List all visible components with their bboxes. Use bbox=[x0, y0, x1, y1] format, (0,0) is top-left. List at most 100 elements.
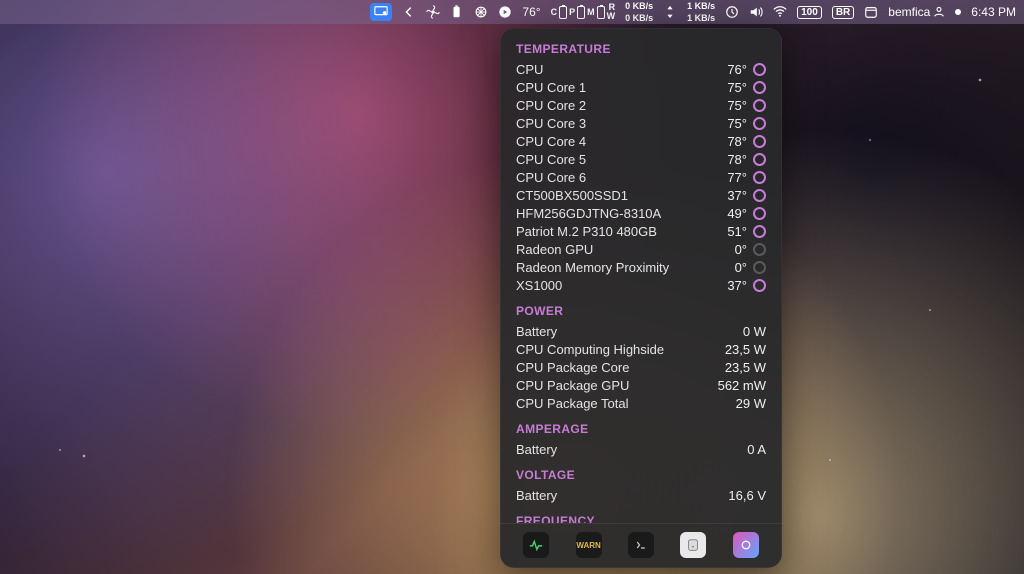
menubar-monitor-item[interactable] bbox=[426, 5, 440, 19]
stat-row: CPU Core 578° bbox=[516, 150, 766, 168]
section-title-voltage: VOLTAGE bbox=[516, 468, 766, 482]
section-title-frequency: FREQUENCY bbox=[516, 514, 766, 523]
stats-panel: TEMPERATURE CPU76°CPU Core 175°CPU Core … bbox=[500, 28, 782, 568]
menubar-clock-icon[interactable] bbox=[725, 5, 739, 19]
stat-row: Battery 0 W bbox=[516, 322, 766, 340]
section-title-temperature: TEMPERATURE bbox=[516, 42, 766, 56]
temp-ring-icon bbox=[753, 261, 766, 274]
dock-app-disk[interactable] bbox=[680, 532, 706, 558]
menubar-battery-small[interactable] bbox=[450, 5, 464, 19]
menubar: 76° C P M RW 0 KB/s 0 KB/s 1 KB/s 1 KB/s… bbox=[0, 0, 1024, 24]
menubar-battery-pct[interactable]: 100 bbox=[797, 6, 822, 19]
menubar-wifi[interactable] bbox=[773, 5, 787, 19]
dock-app-terminal[interactable] bbox=[628, 532, 654, 558]
temp-ring-icon bbox=[753, 171, 766, 184]
stat-value: 0° bbox=[735, 242, 766, 257]
stat-value: 16,6 V bbox=[728, 488, 766, 503]
stat-label: Battery bbox=[516, 442, 557, 457]
stat-row: CPU Computing Highside23,5 W bbox=[516, 340, 766, 358]
stat-label: XS1000 bbox=[516, 278, 562, 293]
stat-label: CPU Core 5 bbox=[516, 152, 586, 167]
bar-icon bbox=[597, 6, 605, 19]
menubar-volume[interactable] bbox=[749, 5, 763, 19]
disk-icon bbox=[686, 538, 700, 552]
menubar-cpu-bars[interactable]: C P M RW bbox=[551, 3, 616, 21]
temp-ring-icon bbox=[753, 117, 766, 130]
menubar-net-arrows bbox=[663, 5, 677, 19]
stat-value: 0 W bbox=[743, 324, 766, 339]
stat-row: CPU Package Total 29 W bbox=[516, 394, 766, 412]
section-title-amperage: AMPERAGE bbox=[516, 422, 766, 436]
stat-row: CPU 76° bbox=[516, 60, 766, 78]
menubar-input-source[interactable]: BR bbox=[832, 6, 854, 19]
activity-icon bbox=[529, 538, 543, 552]
stat-row: HFM256GDJTNG-8310A49° bbox=[516, 204, 766, 222]
stat-value: 0 A bbox=[747, 442, 766, 457]
temp-ring-icon bbox=[753, 279, 766, 292]
stat-value: 23,5 W bbox=[725, 342, 766, 357]
stat-value: 77° bbox=[727, 170, 766, 185]
menubar-temp[interactable]: 76° bbox=[522, 5, 540, 19]
stat-value: 75° bbox=[727, 116, 766, 131]
stat-label: Patriot M.2 P310 480GB bbox=[516, 224, 657, 239]
dock-app-sensei[interactable] bbox=[733, 532, 759, 558]
bar-icon bbox=[559, 6, 567, 19]
swirl-icon bbox=[740, 539, 752, 551]
stat-label: CT500BX500SSD1 bbox=[516, 188, 628, 203]
dock-app-console[interactable]: WARN bbox=[576, 532, 602, 558]
stat-label: CPU Package Core bbox=[516, 360, 629, 375]
stat-row: Battery16,6 V bbox=[516, 486, 766, 504]
menubar-chevron-left[interactable] bbox=[402, 5, 416, 19]
chevron-left-icon bbox=[402, 5, 416, 19]
menubar-net-left[interactable]: 0 KB/s 0 KB/s bbox=[625, 2, 653, 23]
stat-row: Battery 0 A bbox=[516, 440, 766, 458]
stat-label: Battery bbox=[516, 324, 557, 339]
stat-label: Radeon GPU bbox=[516, 242, 593, 257]
stat-label: CPU bbox=[516, 62, 543, 77]
temp-ring-icon bbox=[753, 99, 766, 112]
temp-ring-icon bbox=[753, 81, 766, 94]
stat-row: CPU Core 6 77° bbox=[516, 168, 766, 186]
stat-label: Radeon Memory Proximity bbox=[516, 260, 669, 275]
stat-row: Radeon GPU 0° bbox=[516, 240, 766, 258]
stat-label: HFM256GDJTNG-8310A bbox=[516, 206, 661, 221]
menubar-datetime-icon[interactable] bbox=[864, 5, 878, 19]
dock-app-activity[interactable] bbox=[523, 532, 549, 558]
wifi-icon bbox=[773, 5, 787, 19]
stat-value: 75° bbox=[727, 80, 766, 95]
play-circle-icon bbox=[498, 5, 512, 19]
stat-value: 51° bbox=[727, 224, 766, 239]
temp-ring-icon bbox=[753, 63, 766, 76]
stat-value: 75° bbox=[727, 98, 766, 113]
menubar-dot bbox=[955, 9, 961, 15]
temp-ring-icon bbox=[753, 153, 766, 166]
stat-row: CT500BX500SSD137° bbox=[516, 186, 766, 204]
stat-row: Radeon Memory Proximity0° bbox=[516, 258, 766, 276]
stat-row: CPU Core 175° bbox=[516, 78, 766, 96]
stat-row: CPU Core 275° bbox=[516, 96, 766, 114]
menubar-net-right[interactable]: 1 KB/s 1 KB/s bbox=[687, 2, 715, 23]
screen-share-indicator[interactable] bbox=[370, 3, 392, 21]
stat-value: 37° bbox=[727, 278, 766, 293]
temp-ring-icon bbox=[753, 135, 766, 148]
stat-value: 78° bbox=[727, 134, 766, 149]
stat-value: 29 W bbox=[736, 396, 766, 411]
speaker-icon bbox=[749, 5, 763, 19]
terminal-icon bbox=[635, 539, 647, 551]
screen-icon bbox=[374, 5, 388, 19]
temp-ring-icon bbox=[753, 225, 766, 238]
temp-ring-icon bbox=[753, 243, 766, 256]
menubar-user[interactable]: bemfica bbox=[888, 5, 945, 19]
stats-panel-body: TEMPERATURE CPU76°CPU Core 175°CPU Core … bbox=[500, 28, 782, 523]
stat-value: 562 mW bbox=[718, 378, 766, 393]
stat-row: Patriot M.2 P310 480GB 51° bbox=[516, 222, 766, 240]
fan-icon bbox=[426, 5, 440, 19]
section-title-power: POWER bbox=[516, 304, 766, 318]
stat-value: 76° bbox=[727, 62, 766, 77]
stat-label: CPU Package Total bbox=[516, 396, 629, 411]
menubar-play-item[interactable] bbox=[498, 5, 512, 19]
stat-label: CPU Core 6 bbox=[516, 170, 586, 185]
menubar-openai-item[interactable] bbox=[474, 5, 488, 19]
menubar-clock[interactable]: 6:43 PM bbox=[971, 5, 1016, 19]
user-switch-icon bbox=[933, 6, 945, 18]
